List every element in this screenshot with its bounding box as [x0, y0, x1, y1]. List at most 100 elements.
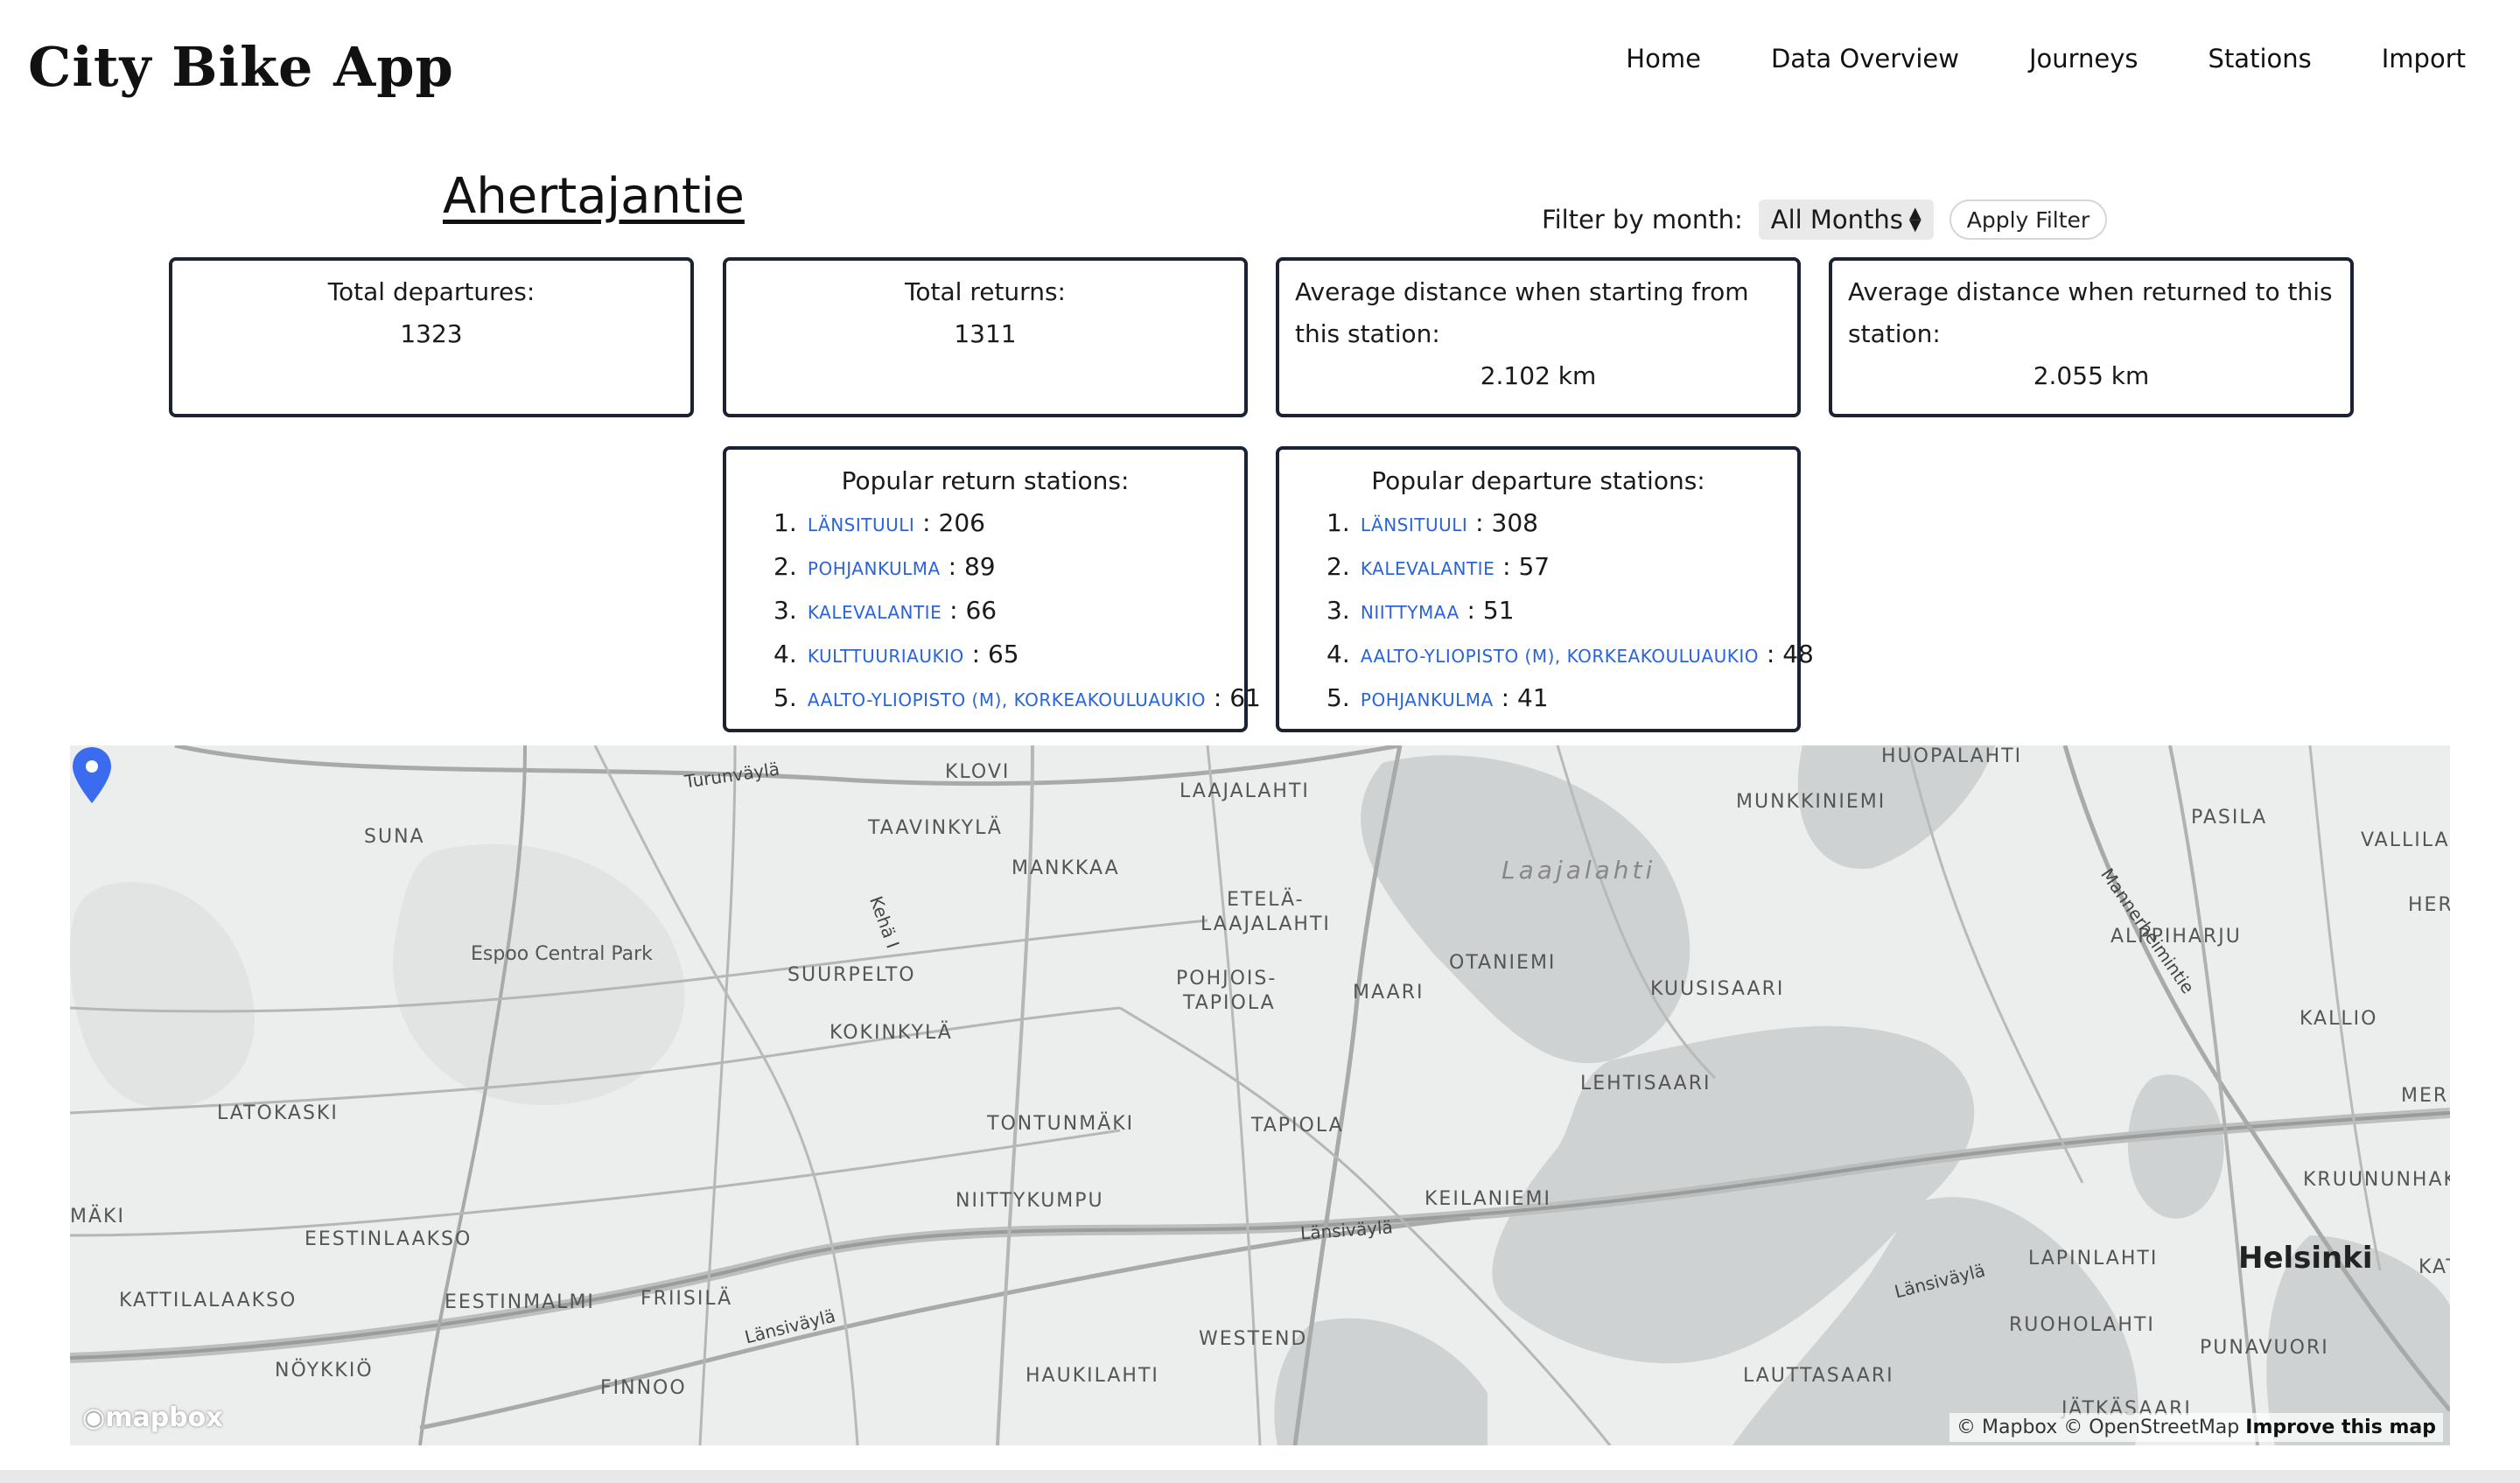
list-item: 5. Aalto-yliopisto (M), Korkeakouluaukio…	[774, 677, 1261, 721]
map-label-pohjois-tapiola-1: POHJOIS-	[1176, 968, 1278, 990]
map-label-taavinkyla: TAAVINKYLÄ	[868, 817, 1003, 839]
list-item: 2. Kalevalantie : 57	[1326, 546, 1797, 590]
trip-count: 61	[1229, 683, 1261, 712]
rank: 2.	[774, 552, 797, 581]
rank: 3.	[774, 596, 797, 625]
trip-count: 65	[987, 640, 1019, 668]
map-label-kattilalaakso: KATTILALAAKSO	[119, 1290, 298, 1312]
map-label-suurpelto: SUURPELTO	[788, 964, 916, 986]
map-label-kruununhaka: KRUUNUNHAK	[2303, 1169, 2450, 1191]
attribution-text[interactable]: © Mapbox © OpenStreetMap	[1956, 1417, 2239, 1438]
popular-departure-list: 1. Länsituuli : 308 2. Kalevalantie : 57…	[1279, 502, 1814, 721]
popular-departure-stations-card: Popular departure stations: 1. Länsituul…	[1276, 446, 1814, 732]
popular-departure-title: Popular departure stations:	[1371, 466, 1705, 495]
rank: 2.	[1326, 552, 1350, 581]
apply-filter-button[interactable]: Apply Filter	[1949, 199, 2108, 240]
map-label-lapinlahti: LAPINLAHTI	[2028, 1248, 2159, 1270]
station-location-pin-icon[interactable]	[70, 745, 114, 807]
map-label-huopalahti: HUOPALAHTI	[1881, 745, 2023, 767]
station-map[interactable]: KLOVI LAAJALAHTI HUOPALAHTI SUNA TAAVINK…	[70, 745, 2450, 1445]
map-label-otaniemi: OTANIEMI	[1449, 952, 1557, 974]
map-label-suna: SUNA	[364, 826, 425, 848]
list-item: 2. Pohjankulma : 89	[774, 546, 1244, 590]
popular-return-stations-card: Popular return stations: 1. Länsituuli :…	[723, 446, 1261, 732]
month-select[interactable]: All Months ▲ ▼	[1758, 199, 1934, 240]
map-label-noykkio: NÖYKKIÖ	[275, 1360, 374, 1382]
list-item: 5. Pohjankulma : 41	[1326, 677, 1797, 721]
map-label-helsinki: Helsinki	[2238, 1241, 2373, 1276]
avg-return-distance-value: 2.055 km	[2033, 361, 2150, 390]
rank: 4.	[1326, 640, 1350, 668]
map-label-etela-laajalahti-1: ETELÄ-	[1227, 889, 1305, 911]
station-link[interactable]: Aalto-yliopisto (M), Korkeakouluaukio	[808, 689, 1206, 710]
filter-label: Filter by month:	[1542, 205, 1743, 234]
map-label-ruoholahti: RUOHOLAHTI	[2009, 1314, 2155, 1336]
map-label-eestinmalmi: EESTINMALMI	[444, 1291, 595, 1313]
map-label-lauttasaari: LAUTTASAARI	[1743, 1365, 1894, 1387]
nav-data-overview[interactable]: Data Overview	[1771, 44, 1959, 73]
month-select-value: All Months	[1770, 205, 1903, 234]
rank: 4.	[774, 640, 797, 668]
popular-return-title: Popular return stations:	[841, 466, 1130, 495]
map-label-lehtisaari: LEHTISAARI	[1580, 1073, 1712, 1095]
improve-map-link[interactable]: Improve this map	[2245, 1417, 2436, 1438]
map-label-latokaski: LATOKASKI	[217, 1102, 339, 1124]
list-item: 1. Länsituuli : 206	[774, 502, 1244, 546]
map-label-niittykumpu: NIITTYKUMPU	[956, 1190, 1104, 1212]
nav-stations[interactable]: Stations	[2208, 44, 2312, 73]
mapbox-logo[interactable]: ◉mapbox	[82, 1403, 223, 1433]
avg-return-distance-card: Average distance when returned to this s…	[1829, 257, 2354, 417]
trip-count: 48	[1782, 640, 1814, 668]
station-link[interactable]: Länsituuli	[808, 514, 914, 535]
trip-count: 206	[938, 508, 985, 537]
total-departures-label: Total departures:	[327, 277, 536, 306]
map-label-kallio: KALLIO	[2300, 1008, 2378, 1030]
station-link[interactable]: Pohjankulma	[808, 558, 941, 579]
map-label-maari: MAARI	[1353, 982, 1424, 1004]
map-label-tontunmaki: TONTUNMÄKI	[987, 1113, 1135, 1135]
station-link[interactable]: Kalevalantie	[808, 602, 942, 623]
avg-start-distance-value: 2.102 km	[1480, 361, 1597, 390]
map-label-tapiola: TAPIOLA	[1251, 1115, 1344, 1137]
rank: 1.	[774, 508, 797, 537]
avg-start-distance-label: Average distance when starting from this…	[1295, 277, 1749, 348]
select-arrows-icon: ▲ ▼	[1908, 204, 1922, 234]
month-filter: Filter by month: All Months ▲ ▼ Apply Fil…	[1542, 199, 2108, 240]
trip-count: 308	[1491, 508, 1538, 537]
map-label-vallila: VALLILA	[2361, 829, 2450, 851]
station-link[interactable]: Kulttuuriaukio	[808, 646, 964, 667]
nav-home[interactable]: Home	[1626, 44, 1701, 73]
map-label-etela-laajalahti-2: LAAJALAHTI	[1200, 913, 1331, 935]
total-returns-value: 1311	[954, 319, 1017, 348]
map-label-laajalahti-water: Laajalahti	[1502, 856, 1656, 885]
station-title: Ahertajantie	[443, 168, 745, 225]
mapbox-logo-text: mapbox	[105, 1403, 223, 1433]
station-link[interactable]: Kalevalantie	[1361, 558, 1494, 579]
list-item: 4. Aalto-yliopisto (M), Korkeakouluaukio…	[1326, 633, 1814, 677]
map-attribution: © Mapbox © OpenStreetMap Improve this ma…	[1950, 1413, 2443, 1442]
trip-count: 66	[965, 596, 998, 625]
mapbox-logo-icon: ◉	[82, 1403, 106, 1433]
nav-import[interactable]: Import	[2382, 44, 2466, 73]
rank: 3.	[1326, 596, 1350, 625]
map-label-mankkaa: MANKKAA	[1012, 857, 1120, 879]
avg-start-distance-card: Average distance when starting from this…	[1276, 257, 1801, 417]
app-logo[interactable]: City Bike App	[28, 35, 454, 99]
station-link[interactable]: Aalto-yliopisto (M), Korkeakouluaukio	[1361, 646, 1759, 667]
nav-journeys[interactable]: Journeys	[2029, 44, 2138, 73]
map-label-maki: MÄKI	[70, 1206, 125, 1228]
total-departures-card: Total departures: 1323	[169, 257, 694, 417]
total-returns-card: Total returns: 1311	[723, 257, 1248, 417]
main-nav: Home Data Overview Journeys Stations Imp…	[1556, 44, 2466, 73]
map-label-klovi: KLOVI	[945, 761, 1011, 783]
station-link[interactable]: Pohjankulma	[1361, 689, 1494, 710]
total-returns-label: Total returns:	[905, 277, 1066, 306]
map-label-alppiharju: ALPPIHARJU	[2110, 926, 2242, 948]
station-link[interactable]: Niittymaa	[1361, 602, 1460, 623]
map-label-friisila: FRIISILÄ	[640, 1288, 733, 1310]
page-bottom-divider	[0, 1470, 2520, 1483]
list-item: 3. Kalevalantie : 66	[774, 590, 1244, 633]
map-label-haukilahti: HAUKILAHTI	[1026, 1365, 1159, 1387]
list-item: 4. Kulttuuriaukio : 65	[774, 633, 1244, 677]
station-link[interactable]: Länsituuli	[1361, 514, 1467, 535]
